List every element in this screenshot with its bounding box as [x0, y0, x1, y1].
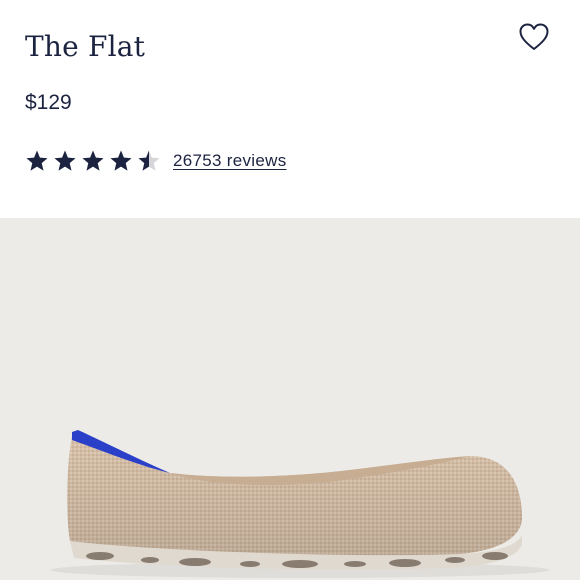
favorite-button[interactable] — [518, 21, 550, 53]
reviews-link[interactable]: 26753 reviews — [173, 151, 287, 171]
rating-stars — [25, 149, 161, 173]
product-image — [0, 218, 580, 580]
product-header: The Flat $129 26753 reviews — [0, 0, 580, 218]
shoe-illustration — [50, 430, 550, 578]
product-rating: 26753 reviews — [25, 149, 287, 173]
star-icon — [26, 150, 48, 171]
heart-icon — [519, 23, 549, 50]
product-price: $129 — [25, 91, 72, 114]
star-icon — [54, 150, 76, 171]
star-icon — [138, 150, 160, 171]
product-title: The Flat — [25, 30, 146, 63]
star-icon — [82, 150, 104, 171]
star-icon — [110, 150, 132, 171]
